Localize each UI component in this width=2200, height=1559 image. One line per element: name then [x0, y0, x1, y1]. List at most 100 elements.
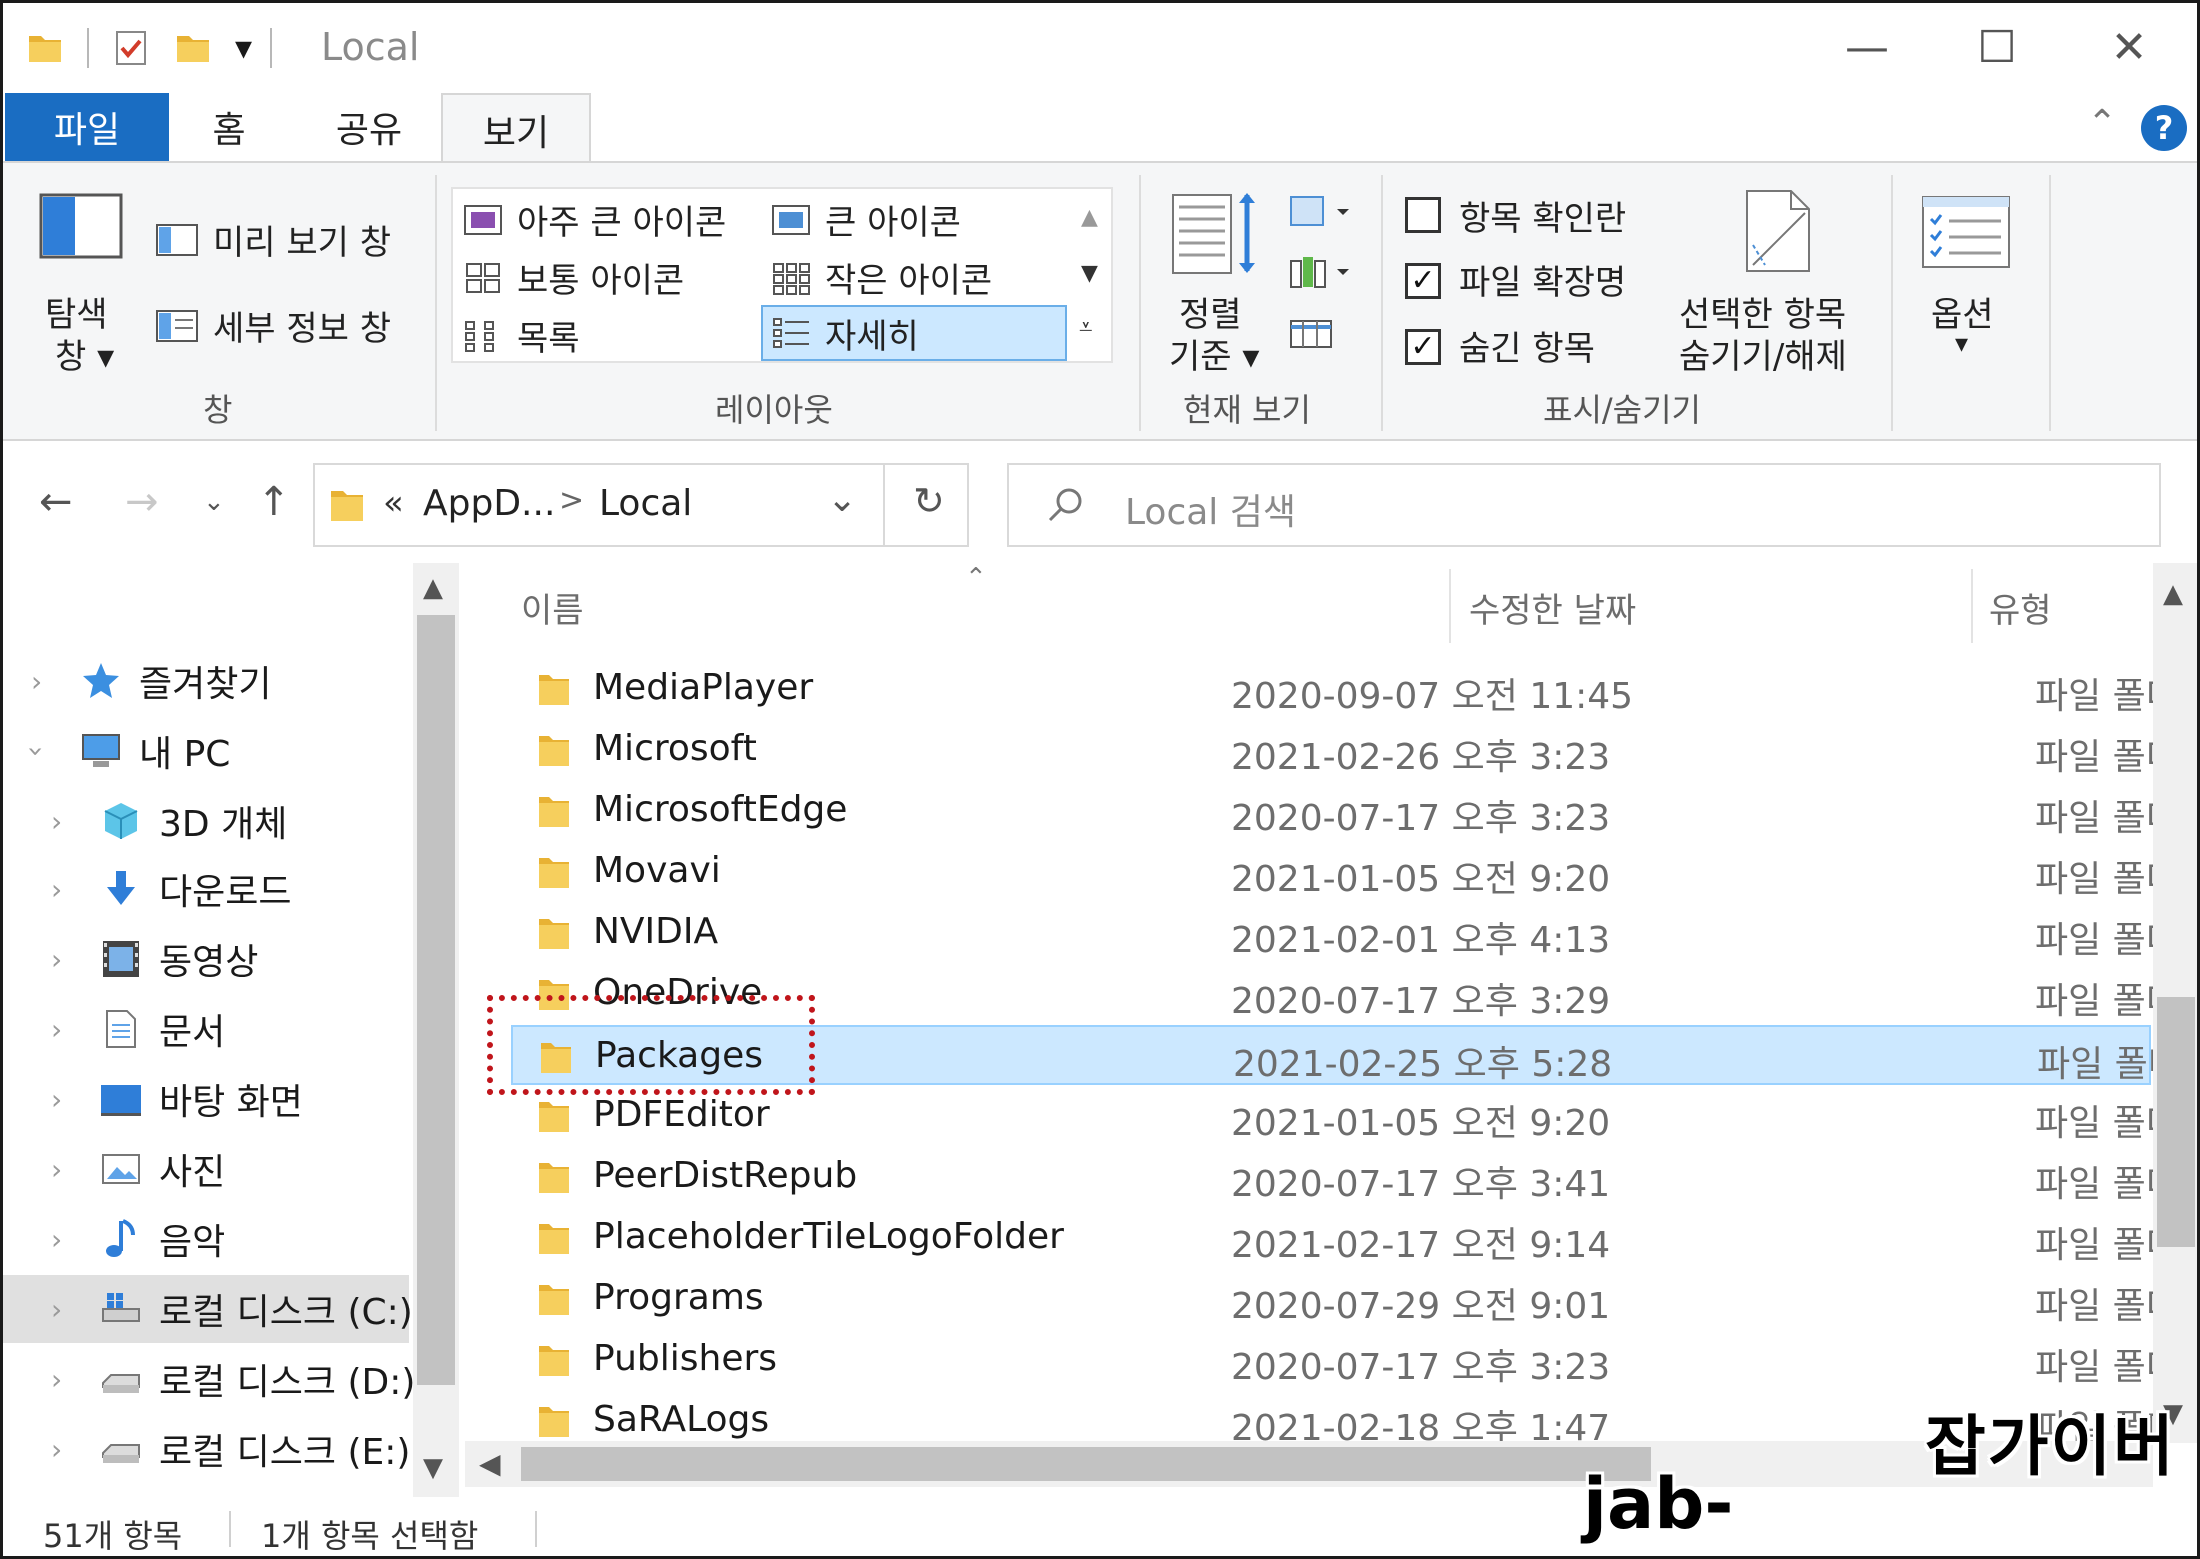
- file-list-scrollbar[interactable]: ▲ ▼: [2153, 563, 2197, 1443]
- expand-chevron-icon[interactable]: ›: [51, 1433, 62, 1466]
- file-row[interactable]: Movavi 2021-01-05 오전 9:20 파일 폴더: [511, 842, 2153, 902]
- expand-chevron-icon[interactable]: ›: [51, 1153, 62, 1186]
- breadcrumb-appdata[interactable]: AppD...: [423, 483, 555, 524]
- add-columns-button[interactable]: [1287, 253, 1357, 297]
- nav-item-local-disk-c[interactable]: › 로컬 디스크 (C:): [3, 1275, 413, 1343]
- layout-extra-large-icons[interactable]: 아주 큰 아이콘: [463, 195, 726, 244]
- expand-chevron-icon[interactable]: ›: [51, 943, 62, 976]
- close-button[interactable]: ✕: [2069, 17, 2189, 77]
- layout-details[interactable]: 자세히: [761, 305, 1067, 361]
- search-box[interactable]: Local 검색: [1007, 463, 2161, 547]
- tab-view[interactable]: 보기: [441, 93, 591, 165]
- expand-chevron-icon[interactable]: ›: [51, 1293, 62, 1326]
- scroll-up-arrow-icon[interactable]: ▲: [2163, 579, 2183, 609]
- column-header-name[interactable]: 이름: [521, 583, 584, 632]
- refresh-button[interactable]: ↻: [913, 479, 945, 523]
- nav-item-pictures[interactable]: › 사진: [3, 1135, 409, 1203]
- nav-item-this-pc[interactable]: › 내 PC: [3, 717, 409, 785]
- group-label-layout: 레이아웃: [715, 391, 833, 429]
- nav-item-favorites[interactable]: › 즐겨찾기: [3, 647, 409, 715]
- sort-by-button[interactable]: [1171, 189, 1261, 283]
- folder-icon: [539, 919, 569, 949]
- file-extensions-checkbox[interactable]: ✓: [1405, 263, 1441, 299]
- file-row[interactable]: PlaceholderTileLogoFolder 2021-02-17 오전 9…: [511, 1208, 2153, 1268]
- watermark-url: jab-guyver.co.kr: [1583, 1463, 2070, 1556]
- file-row[interactable]: MediaPlayer 2020-09-07 오전 11:45 파일 폴더: [511, 659, 2153, 719]
- up-button[interactable]: ↑: [257, 479, 291, 525]
- nav-item-downloads[interactable]: › 다운로드: [3, 855, 409, 923]
- options-button[interactable]: [1921, 195, 2011, 273]
- expand-chevron-icon[interactable]: ›: [51, 1013, 62, 1046]
- nav-item-music[interactable]: › 음악: [3, 1205, 409, 1273]
- layout-large-icons[interactable]: 큰 아이콘: [771, 195, 961, 244]
- folder-icon[interactable]: [25, 28, 65, 68]
- nav-item-local-disk-d[interactable]: › 로컬 디스크 (D:): [3, 1345, 415, 1413]
- gallery-scroll-down-button[interactable]: ▼: [1081, 261, 1098, 286]
- scrollbar-thumb[interactable]: [417, 615, 455, 1385]
- expand-chevron-icon[interactable]: ›: [51, 1363, 62, 1396]
- tab-file[interactable]: 파일: [5, 93, 169, 161]
- address-bar[interactable]: « AppD... > Local ⌄ ↻: [313, 463, 969, 547]
- address-dropdown-button[interactable]: ⌄: [827, 479, 857, 520]
- scroll-up-arrow-icon[interactable]: ▲: [423, 573, 443, 603]
- nav-item-documents[interactable]: › 문서: [3, 995, 409, 1063]
- expand-chevron-icon[interactable]: ›: [51, 873, 62, 906]
- breadcrumb-local[interactable]: Local: [599, 483, 692, 524]
- layout-small-icons[interactable]: 작은 아이콘: [771, 253, 992, 302]
- scroll-left-arrow-icon[interactable]: ◀: [479, 1447, 501, 1480]
- file-row[interactable]: Programs 2020-07-29 오전 9:01 파일 폴더: [511, 1269, 2153, 1329]
- column-header-type[interactable]: 유형: [1989, 583, 2052, 632]
- scrollbar-thumb[interactable]: [521, 1447, 1651, 1481]
- minimize-button[interactable]: —: [1807, 17, 1927, 77]
- hidden-items-checkbox[interactable]: ✓: [1405, 329, 1441, 365]
- nav-item-videos[interactable]: › 동영상: [3, 925, 409, 993]
- help-button[interactable]: ?: [2141, 105, 2187, 151]
- file-row[interactable]: Publishers 2020-07-17 오후 3:23 파일 폴더: [511, 1330, 2153, 1390]
- column-divider[interactable]: [1449, 569, 1451, 643]
- back-button[interactable]: ←: [39, 479, 73, 525]
- customize-toolbar-icon[interactable]: ▾: [235, 28, 252, 68]
- breadcrumb-separator[interactable]: >: [559, 483, 584, 518]
- expand-chevron-icon[interactable]: ›: [31, 665, 42, 698]
- details-pane-button[interactable]: 세부 정보 창: [155, 301, 391, 350]
- navigation-bar: ← → ⌄ ↑ « AppD... > Local ⌄ ↻ Local 검색: [3, 443, 2197, 561]
- gallery-expand-button[interactable]: ⩡: [1079, 313, 1093, 341]
- new-folder-icon[interactable]: [173, 28, 213, 68]
- preview-pane-button[interactable]: 미리 보기 창: [155, 215, 391, 264]
- tab-home[interactable]: 홈: [169, 93, 289, 161]
- hide-selected-button[interactable]: [1743, 189, 1813, 277]
- forward-button[interactable]: →: [125, 479, 159, 525]
- nav-item-3d-objects[interactable]: › 3D 개체: [3, 787, 409, 855]
- column-divider[interactable]: [1971, 569, 1973, 643]
- expand-chevron-icon[interactable]: ›: [51, 805, 62, 838]
- nav-item-local-disk-e[interactable]: › 로컬 디스크 (E:): [3, 1415, 410, 1483]
- maximize-button[interactable]: ☐: [1937, 17, 2057, 77]
- nav-item-desktop[interactable]: › 바탕 화면: [3, 1065, 409, 1133]
- item-checkboxes-checkbox[interactable]: [1405, 197, 1441, 233]
- layout-medium-icons[interactable]: 보통 아이콘: [463, 253, 684, 302]
- recent-locations-button[interactable]: ⌄: [203, 487, 225, 517]
- check-mark: ✓: [1410, 329, 1436, 364]
- scrollbar-thumb[interactable]: [2157, 997, 2195, 1247]
- layout-list[interactable]: 목록: [463, 311, 580, 360]
- breadcrumb-overflow[interactable]: «: [383, 483, 404, 523]
- expand-chevron-icon[interactable]: ›: [20, 745, 53, 756]
- collapse-ribbon-button[interactable]: ⌃: [2087, 103, 2117, 144]
- size-columns-button[interactable]: [1287, 313, 1337, 357]
- expand-chevron-icon[interactable]: ›: [51, 1083, 62, 1116]
- gallery-scroll-up-button[interactable]: ▲: [1081, 205, 1098, 230]
- navigation-pane-button[interactable]: [39, 193, 123, 263]
- group-by-button[interactable]: [1287, 193, 1357, 237]
- file-row[interactable]: PeerDistRepub 2020-07-17 오후 3:41 파일 폴더: [511, 1147, 2153, 1207]
- file-row[interactable]: PDFEditor 2021-01-05 오전 9:20 파일 폴더: [511, 1086, 2153, 1146]
- nav-pane-scrollbar[interactable]: ▲ ▼: [413, 563, 459, 1497]
- expand-chevron-icon[interactable]: ›: [51, 1223, 62, 1256]
- column-header-date[interactable]: 수정한 날짜: [1469, 583, 1636, 632]
- properties-icon[interactable]: [111, 28, 151, 68]
- folder-icon: [539, 1102, 569, 1132]
- file-row[interactable]: Microsoft 2021-02-26 오후 3:23 파일 폴더: [511, 720, 2153, 780]
- file-row[interactable]: MicrosoftEdge 2020-07-17 오후 3:23 파일 폴더: [511, 781, 2153, 841]
- scroll-down-arrow-icon[interactable]: ▼: [423, 1453, 443, 1483]
- tab-share[interactable]: 공유: [299, 93, 439, 161]
- file-row[interactable]: NVIDIA 2021-02-01 오후 4:13 파일 폴더: [511, 903, 2153, 963]
